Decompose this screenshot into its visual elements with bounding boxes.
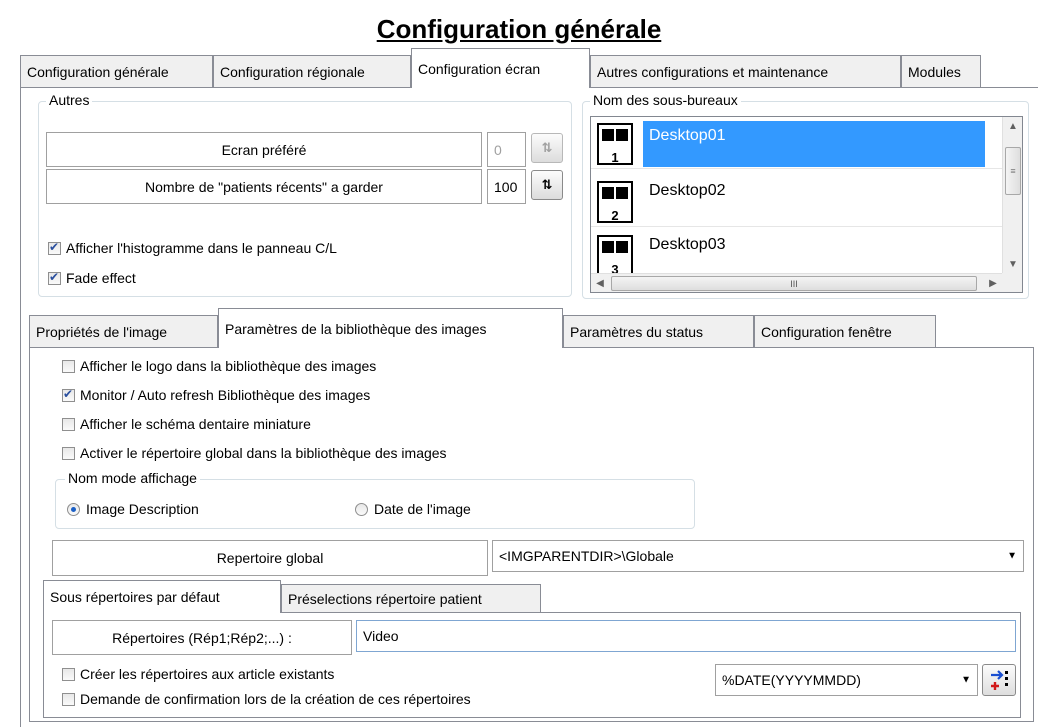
afficher-logo-checkbox[interactable]: Afficher le logo dans la bibliothèque de…	[62, 358, 376, 374]
schema-dentaire-checkbox[interactable]: Afficher le schéma dentaire miniature	[62, 416, 311, 432]
scroll-down-icon[interactable]: ▼	[1003, 255, 1022, 273]
option-label: Monitor / Auto refresh Bibliothèque des …	[80, 387, 371, 403]
tab-proprietes-image[interactable]: Propriétés de l'image	[29, 315, 218, 347]
auto-refresh-checkbox[interactable]: Monitor / Auto refresh Bibliothèque des …	[62, 387, 370, 403]
sous-bureaux-legend: Nom des sous-bureaux	[590, 92, 741, 108]
sous-bureaux-list[interactable]: 1 Desktop01 2 Desktop02 3 Desktop03 ▲ ≡ …	[590, 116, 1023, 293]
horizontal-scrollbar[interactable]: ◀ III ▶	[591, 273, 1002, 292]
checkbox-icon	[62, 692, 75, 706]
histogramme-checkbox[interactable]: Afficher l'histogramme dans le panneau C…	[48, 240, 337, 256]
scroll-thumb[interactable]: ≡	[1005, 147, 1021, 195]
tab-modules[interactable]: Modules	[901, 55, 981, 87]
list-item[interactable]: 1 Desktop01	[591, 117, 1022, 169]
checkbox-icon	[62, 387, 75, 402]
repertoires-input[interactable]: Video	[356, 620, 1016, 652]
checkbox-icon	[62, 359, 75, 373]
date-format-value: %DATE(YYYYMMDD)	[722, 672, 861, 688]
tab-label: Préselections répertoire patient	[288, 591, 482, 607]
radio-icon	[67, 502, 80, 516]
image-description-radio[interactable]: Image Description	[67, 501, 199, 517]
repertoire-global-select[interactable]: <IMGPARENTDIR>\Globale ▼	[492, 540, 1024, 572]
desktop-icon: 1	[597, 123, 633, 165]
creer-repertoires-label: Créer les répertoires aux article exista…	[80, 666, 335, 682]
page-title: Configuration générale	[376, 14, 662, 44]
desktop-number: 2	[611, 208, 619, 223]
desktop-icon: 3	[597, 235, 633, 277]
vertical-scrollbar[interactable]: ▲ ≡ ▼	[1002, 117, 1022, 273]
desktop-label: Desktop02	[649, 182, 726, 199]
checkbox-icon	[62, 667, 75, 681]
dropdown-arrow-icon: ▼	[961, 674, 971, 686]
desktop-label: Desktop03	[649, 236, 726, 253]
repertoire-global-value: <IMGPARENTDIR>\Globale	[499, 548, 674, 564]
autres-legend: Autres	[46, 92, 93, 108]
repertoire-global-label: Repertoire global	[52, 540, 488, 576]
scroll-up-icon[interactable]: ▲	[1003, 117, 1022, 135]
option-label: Activer le répertoire global dans la bib…	[80, 445, 447, 461]
list-item[interactable]: 2 Desktop02	[591, 175, 1022, 227]
option-label: Afficher le logo dans la bibliothèque de…	[80, 358, 377, 374]
tab-parametres-bibliotheque[interactable]: Paramètres de la bibliothèque des images	[218, 308, 563, 348]
scroll-left-icon[interactable]: ◀	[591, 274, 609, 292]
radio-icon	[355, 502, 368, 516]
tab-label: Sous répertoires par défaut	[50, 589, 220, 605]
tab-label: Paramètres de la bibliothèque des images	[225, 320, 487, 337]
ecran-prefere-spin-icon[interactable]: ⇅	[531, 133, 563, 163]
scroll-corner	[1002, 273, 1022, 292]
radio-label: Date de l'image	[374, 501, 471, 517]
patients-recents-spin-icon[interactable]: ⇅	[531, 170, 563, 200]
desktop-number: 1	[611, 150, 619, 165]
checkbox-icon	[62, 417, 75, 431]
repertoire-global-checkbox[interactable]: Activer le répertoire global dans la bib…	[62, 445, 447, 461]
tab-label: Autres configurations et maintenance	[597, 63, 829, 80]
date-image-radio[interactable]: Date de l'image	[355, 501, 471, 517]
tab-label: Configuration régionale	[220, 63, 365, 80]
tab-label: Propriétés de l'image	[36, 323, 168, 340]
option-label: Afficher le schéma dentaire miniature	[80, 416, 311, 432]
tab-sous-repertoires[interactable]: Sous répertoires par défaut	[43, 580, 281, 613]
ecran-prefere-input[interactable]: 0	[487, 132, 526, 167]
tab-configuration-fenetre[interactable]: Configuration fenêtre	[754, 315, 936, 347]
insert-variable-icon	[991, 670, 1008, 690]
scroll-right-icon[interactable]: ▶	[984, 274, 1002, 292]
confirmation-checkbox[interactable]: Demande de confirmation lors de la créat…	[62, 691, 471, 707]
nom-mode-legend: Nom mode affichage	[65, 470, 200, 486]
checkbox-icon	[62, 446, 75, 460]
tab-configuration-generale[interactable]: Configuration générale	[20, 55, 213, 87]
desktop-label: Desktop01	[643, 121, 985, 167]
tab-label: Modules	[908, 63, 961, 80]
tab-parametres-status[interactable]: Paramètres du status	[563, 315, 754, 347]
histogramme-label: Afficher l'histogramme dans le panneau C…	[66, 240, 337, 256]
h-scroll-thumb[interactable]: III	[611, 276, 977, 291]
fade-effect-label: Fade effect	[66, 270, 136, 286]
confirmation-label: Demande de confirmation lors de la créat…	[80, 691, 471, 707]
checkbox-icon	[48, 240, 61, 255]
fade-effect-checkbox[interactable]: Fade effect	[48, 270, 136, 286]
checkbox-icon	[48, 270, 61, 285]
tab-autres-configurations[interactable]: Autres configurations et maintenance	[590, 55, 901, 87]
tab-label: Configuration fenêtre	[761, 323, 892, 340]
date-format-select[interactable]: %DATE(YYYYMMDD) ▼	[715, 664, 978, 696]
repertoires-label: Répertoires (Rép1;Rép2;...) :	[52, 620, 352, 655]
tab-configuration-regionale[interactable]: Configuration régionale	[213, 55, 411, 87]
tab-label: Paramètres du status	[570, 323, 704, 340]
patients-recents-label: Nombre de "patients récents" a garder	[46, 169, 482, 204]
tab-configuration-ecran[interactable]: Configuration écran	[411, 48, 590, 88]
desktop-icon: 2	[597, 181, 633, 223]
patients-recents-input[interactable]: 100	[487, 169, 526, 204]
insert-variable-button[interactable]	[982, 664, 1016, 696]
tab-label: Configuration écran	[418, 60, 541, 77]
radio-label: Image Description	[86, 501, 199, 517]
tab-preselections[interactable]: Préselections répertoire patient	[281, 584, 541, 613]
tab-label: Configuration générale	[27, 63, 169, 80]
ecran-prefere-label: Ecran préféré	[46, 132, 482, 167]
dropdown-arrow-icon: ▼	[1007, 550, 1017, 562]
creer-repertoires-checkbox[interactable]: Créer les répertoires aux article exista…	[62, 666, 334, 682]
